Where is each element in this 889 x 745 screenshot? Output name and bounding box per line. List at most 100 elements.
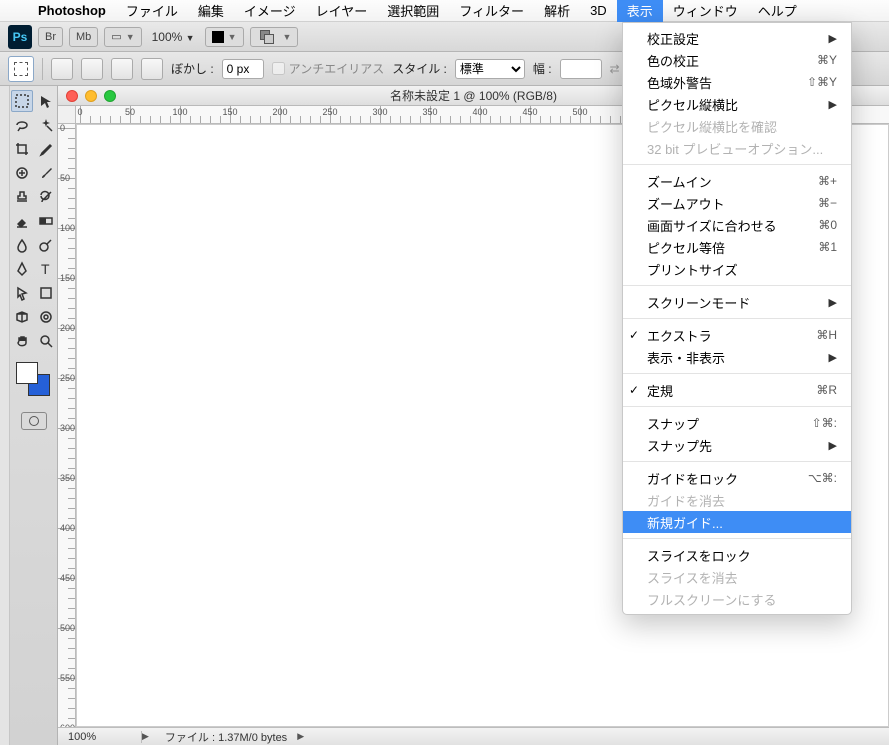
foreground-color-swatch[interactable] xyxy=(16,362,38,384)
menu-item-ズームイン[interactable]: ズームイン⌘+ xyxy=(623,170,851,192)
antialias-input xyxy=(272,62,285,75)
menu-item-スナップ先[interactable]: スナップ先▶ xyxy=(623,434,851,456)
menu-separator xyxy=(623,164,851,165)
stamp-tool[interactable] xyxy=(11,186,33,208)
status-file-info[interactable]: ファイル : 1.37M/0 bytes xyxy=(155,729,297,745)
style-select[interactable]: 標準 xyxy=(455,59,525,79)
history-brush-tool[interactable] xyxy=(35,186,57,208)
menu-フィルター[interactable]: フィルター xyxy=(449,0,534,22)
style-label: スタイル : xyxy=(392,60,447,77)
pen-tool[interactable] xyxy=(11,258,33,280)
status-menu-icon[interactable]: ▶ xyxy=(142,731,149,742)
menu-item-スライスをロック[interactable]: スライスをロック xyxy=(623,544,851,566)
menu-item-校正設定[interactable]: 校正設定▶ xyxy=(623,27,851,49)
menu-item-表示・非表示[interactable]: 表示・非表示▶ xyxy=(623,346,851,368)
marquee-tool[interactable] xyxy=(11,90,33,112)
status-bar: 100% ▶ ファイル : 1.37M/0 bytes ▶ xyxy=(58,727,889,745)
quick-mask-button[interactable] xyxy=(21,412,47,430)
color-swatches[interactable] xyxy=(16,362,52,398)
menu-item-ガイドをロック[interactable]: ガイドをロック⌥⌘: xyxy=(623,467,851,489)
menu-item-定規[interactable]: ✓定規⌘R xyxy=(623,379,851,401)
selection-new-button[interactable] xyxy=(51,58,73,80)
menu-3D[interactable]: 3D xyxy=(580,0,617,22)
menu-解析[interactable]: 解析 xyxy=(534,0,580,22)
hand-tool[interactable] xyxy=(11,330,33,352)
width-label: 幅 : xyxy=(533,60,552,77)
active-tool-indicator[interactable] xyxy=(8,56,34,82)
menu-表示[interactable]: 表示 xyxy=(617,0,663,22)
swap-wh-icon[interactable]: ⇄ xyxy=(610,62,620,76)
crop-tool[interactable] xyxy=(11,138,33,160)
shape-tool[interactable] xyxy=(35,282,57,304)
menu-separator xyxy=(623,373,851,374)
move-tool[interactable] xyxy=(35,90,57,112)
lasso-tool[interactable] xyxy=(11,114,33,136)
menu-item-色域外警告[interactable]: 色域外警告⇧⌘Y xyxy=(623,71,851,93)
menu-item-スクリーンモード[interactable]: スクリーンモード▶ xyxy=(623,291,851,313)
type-tool[interactable]: T xyxy=(35,258,57,280)
menu-item-画面サイズに合わせる[interactable]: 画面サイズに合わせる⌘0 xyxy=(623,214,851,236)
menu-レイヤー[interactable]: レイヤー xyxy=(306,0,378,22)
gradient-tool[interactable] xyxy=(35,210,57,232)
menu-item-32bitプレビューオプション: 32 bit プレビューオプション... xyxy=(623,137,851,159)
blur-tool[interactable] xyxy=(11,234,33,256)
magic-wand-tool[interactable] xyxy=(35,114,57,136)
zoom-tool[interactable] xyxy=(35,330,57,352)
menu-item-プリントサイズ[interactable]: プリントサイズ xyxy=(623,258,851,280)
workspace-picker[interactable]: ▼ xyxy=(250,27,299,47)
ruler-vertical[interactable]: 050100150200250300350400450500550600 xyxy=(58,124,76,727)
brush-tool[interactable] xyxy=(35,162,57,184)
zoom-window-button[interactable] xyxy=(104,90,116,102)
width-input[interactable] xyxy=(560,59,602,79)
menu-separator xyxy=(623,406,851,407)
app-name[interactable]: Photoshop xyxy=(28,0,116,22)
menu-item-ピクセル縦横比[interactable]: ピクセル縦横比▶ xyxy=(623,93,851,115)
menu-item-ガイドを消去: ガイドを消去 xyxy=(623,489,851,511)
menu-item-エクストラ[interactable]: ✓エクストラ⌘H xyxy=(623,324,851,346)
zoom-display[interactable]: 100% ▼ xyxy=(148,30,199,44)
menu-選択範囲[interactable]: 選択範囲 xyxy=(377,0,449,22)
bridge-button[interactable]: Br xyxy=(38,27,63,47)
menu-イメージ[interactable]: イメージ xyxy=(234,0,306,22)
eyedropper-tool[interactable] xyxy=(35,138,57,160)
3d-tool[interactable] xyxy=(11,306,33,328)
menu-編集[interactable]: 編集 xyxy=(188,0,234,22)
menu-separator xyxy=(623,538,851,539)
document-title: 名称未設定 1 @ 100% (RGB/8) xyxy=(390,87,557,104)
menu-item-新規ガイド[interactable]: 新規ガイド... xyxy=(623,511,851,533)
menu-separator xyxy=(623,461,851,462)
close-window-button[interactable] xyxy=(66,90,78,102)
status-zoom[interactable]: 100% xyxy=(62,731,142,743)
selection-add-button[interactable] xyxy=(81,58,103,80)
panel-dock-edge[interactable] xyxy=(0,86,10,745)
dodge-tool[interactable] xyxy=(35,234,57,256)
menu-item-フルスクリーンにする: フルスクリーンにする xyxy=(623,588,851,610)
menu-item-ピクセル縦横比を確認: ピクセル縦横比を確認 xyxy=(623,115,851,137)
selection-intersect-button[interactable] xyxy=(141,58,163,80)
mini-bridge-button[interactable]: Mb xyxy=(69,27,98,47)
screen-mode-picker[interactable]: ▭▼ xyxy=(104,27,141,47)
minimize-window-button[interactable] xyxy=(85,90,97,102)
ruler-origin[interactable] xyxy=(58,106,76,124)
svg-text:T: T xyxy=(41,261,50,277)
menu-ヘルプ[interactable]: ヘルプ xyxy=(748,0,807,22)
menu-ウィンドウ[interactable]: ウィンドウ xyxy=(663,0,748,22)
path-select-tool[interactable] xyxy=(11,282,33,304)
menu-item-ピクセル等倍[interactable]: ピクセル等倍⌘1 xyxy=(623,236,851,258)
menu-ファイル[interactable]: ファイル xyxy=(116,0,188,22)
status-info-menu-icon[interactable]: ▶ xyxy=(297,731,304,742)
spot-heal-tool[interactable] xyxy=(11,162,33,184)
arrange-picker[interactable]: ▼ xyxy=(205,27,244,47)
menu-item-ズームアウト[interactable]: ズームアウト⌘− xyxy=(623,192,851,214)
tools-panel: T xyxy=(10,86,58,745)
menu-separator xyxy=(623,318,851,319)
menu-item-色の校正[interactable]: 色の校正⌘Y xyxy=(623,49,851,71)
3d-camera-tool[interactable] xyxy=(35,306,57,328)
ps-logo: Ps xyxy=(8,25,32,49)
eraser-tool[interactable] xyxy=(11,210,33,232)
menu-item-スナップ[interactable]: スナップ⇧⌘: xyxy=(623,412,851,434)
selection-subtract-button[interactable] xyxy=(111,58,133,80)
feather-label: ぼかし : xyxy=(171,60,214,77)
feather-input[interactable] xyxy=(222,59,264,79)
menu-separator xyxy=(623,285,851,286)
